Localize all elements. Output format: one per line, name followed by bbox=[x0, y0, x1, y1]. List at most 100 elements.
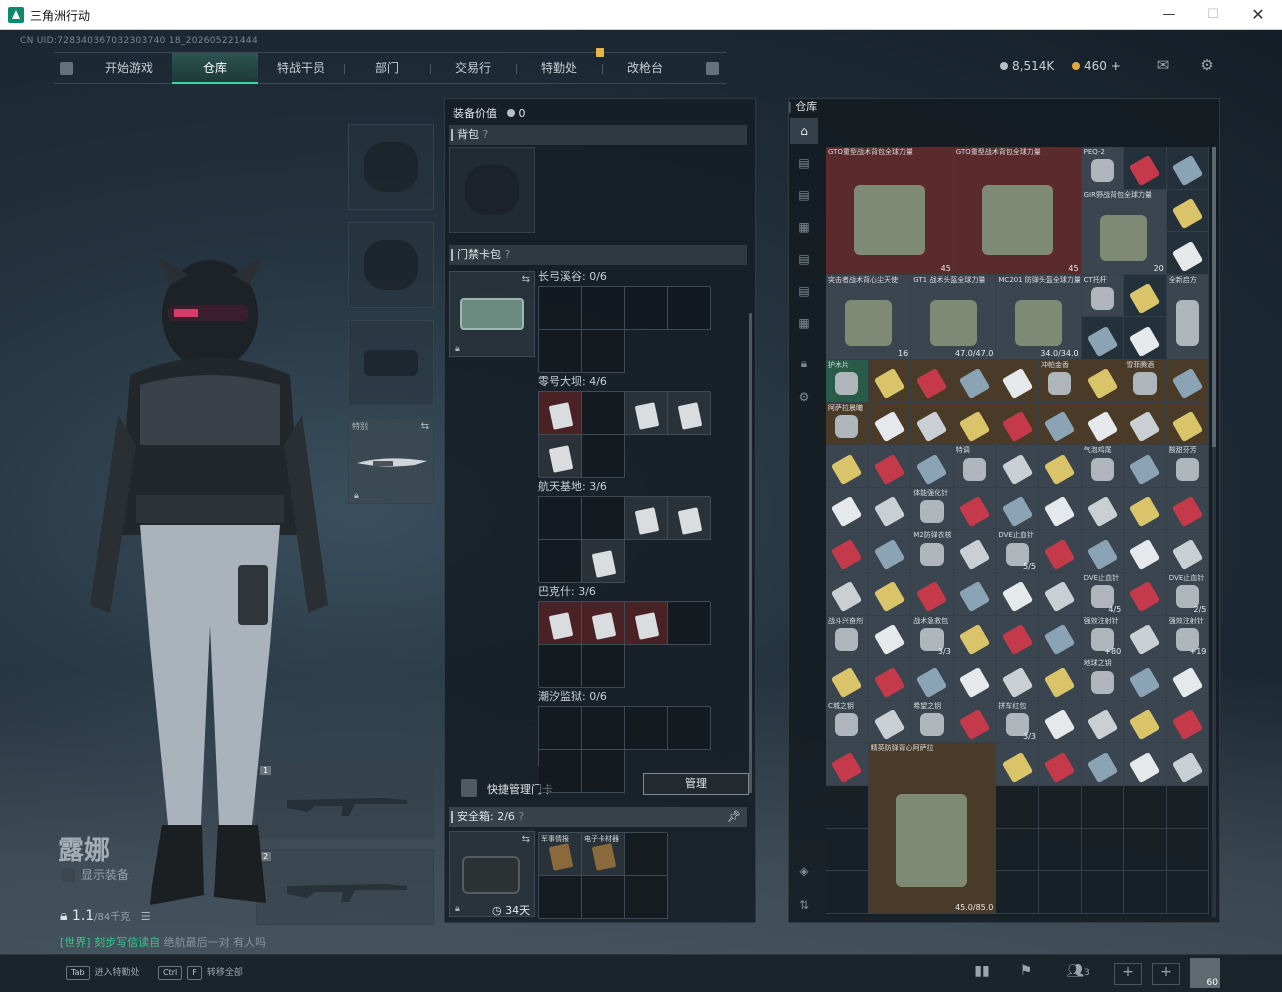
warehouse-item[interactable]: 酸甜芬芳 bbox=[1166, 445, 1210, 488]
warehouse-cell[interactable] bbox=[953, 573, 997, 616]
keycard-item[interactable]: 军事情报 bbox=[539, 833, 581, 875]
grid-cell[interactable] bbox=[582, 645, 625, 688]
warehouse-item[interactable]: 地球之钥 bbox=[1081, 658, 1125, 701]
warehouse-cell[interactable] bbox=[1039, 743, 1082, 786]
grid-cell[interactable] bbox=[539, 287, 582, 330]
warehouse-cell[interactable] bbox=[1081, 317, 1125, 360]
warehouse-cell[interactable] bbox=[911, 402, 954, 446]
warehouse-cell[interactable] bbox=[1039, 658, 1082, 701]
warehouse-cell[interactable] bbox=[868, 615, 912, 659]
warehouse-cell[interactable] bbox=[1039, 828, 1082, 872]
warehouse-item[interactable]: 特调 bbox=[953, 445, 997, 488]
checkbox-icon[interactable] bbox=[62, 869, 75, 882]
grid-cell[interactable] bbox=[539, 750, 582, 793]
armor-slot[interactable] bbox=[348, 222, 434, 308]
warehouse-cell[interactable] bbox=[1039, 445, 1082, 488]
list-icon[interactable]: ☰ bbox=[141, 910, 151, 923]
warehouse-cell[interactable] bbox=[1039, 402, 1082, 446]
warehouse-tab-4-icon[interactable]: ▦ bbox=[790, 214, 818, 240]
coin-display[interactable]: 460 + bbox=[1072, 59, 1121, 73]
warehouse-cell[interactable] bbox=[868, 530, 912, 573]
warehouse-item[interactable]: GIR野战背包全球力量 20 bbox=[1081, 189, 1167, 275]
grid-cell[interactable] bbox=[539, 540, 582, 583]
mail-icon[interactable]: ✉ bbox=[1153, 56, 1173, 74]
warehouse-cell[interactable] bbox=[826, 743, 869, 786]
grid-cell[interactable] bbox=[582, 876, 625, 919]
warehouse-tab-3-icon[interactable]: ▤ bbox=[790, 182, 818, 208]
warehouse-item[interactable]: CT托杆 bbox=[1081, 274, 1125, 318]
pin-icon[interactable]: 📌︎ bbox=[727, 807, 741, 827]
warehouse-cell[interactable] bbox=[953, 615, 997, 659]
add-teammate-2-icon[interactable]: + bbox=[1152, 963, 1180, 985]
tab-trading[interactable]: 交易行 bbox=[430, 53, 516, 84]
warehouse-cell[interactable] bbox=[1166, 530, 1210, 573]
nav-right-key-icon[interactable] bbox=[706, 62, 719, 75]
warehouse-cell[interactable] bbox=[1124, 871, 1167, 914]
grid-cell[interactable] bbox=[582, 435, 625, 478]
keycard-item[interactable] bbox=[539, 435, 581, 477]
warehouse-item[interactable]: 体能强化针 bbox=[911, 487, 954, 531]
warehouse-cell[interactable] bbox=[1081, 743, 1125, 786]
warehouse-cell[interactable] bbox=[1081, 786, 1125, 829]
warehouse-cell[interactable] bbox=[1166, 360, 1210, 403]
warehouse-cell[interactable] bbox=[1124, 700, 1167, 744]
keycard-grid-brakkesh[interactable] bbox=[538, 601, 711, 688]
grid-cell[interactable] bbox=[582, 750, 625, 793]
warehouse-cell[interactable] bbox=[826, 573, 869, 616]
grid-cell[interactable] bbox=[582, 392, 625, 435]
warehouse-lock-icon[interactable]: 🔒︎ bbox=[790, 350, 818, 376]
keycard-item[interactable] bbox=[625, 392, 667, 434]
warehouse-cell[interactable] bbox=[1081, 871, 1125, 914]
warehouse-scrollbar[interactable] bbox=[1212, 147, 1216, 917]
warehouse-cell[interactable] bbox=[826, 530, 869, 573]
minimize-icon[interactable]: — bbox=[1154, 4, 1184, 26]
backpack-slot[interactable] bbox=[449, 147, 535, 233]
warehouse-item[interactable]: 战术急救包 3/3 bbox=[911, 615, 954, 659]
warehouse-tab-5-icon[interactable]: ▤ bbox=[790, 246, 818, 272]
keycard-item[interactable] bbox=[539, 602, 581, 644]
warehouse-cell[interactable] bbox=[1124, 530, 1167, 573]
warehouse-item[interactable]: 全新启方 bbox=[1166, 274, 1210, 360]
warehouse-cell[interactable] bbox=[996, 573, 1039, 616]
warehouse-cell[interactable] bbox=[1124, 274, 1167, 318]
keycard-item[interactable] bbox=[625, 602, 667, 644]
chat-line[interactable]: [世界] 刻步写信读自 绝航最后一对 有人吗 bbox=[60, 934, 266, 950]
warehouse-item[interactable]: GTO重型战术背包全球力量 45 bbox=[953, 147, 1082, 275]
warehouse-cell[interactable] bbox=[1124, 658, 1167, 701]
grid-cell[interactable] bbox=[539, 497, 582, 540]
warehouse-cell[interactable] bbox=[1124, 743, 1167, 786]
warehouse-cell[interactable] bbox=[996, 360, 1039, 403]
warehouse-item[interactable]: 阿萨拉晨曦 bbox=[826, 402, 869, 446]
warehouse-cell[interactable] bbox=[1081, 828, 1125, 872]
grid-cell[interactable] bbox=[582, 497, 625, 540]
warehouse-cell[interactable] bbox=[868, 360, 912, 403]
warehouse-cell[interactable] bbox=[1124, 615, 1167, 659]
add-teammate-1-icon[interactable]: + bbox=[1114, 963, 1142, 985]
show-equipment-toggle[interactable]: 显示装备 bbox=[62, 866, 129, 883]
manage-button[interactable]: 管理 bbox=[643, 773, 749, 795]
warehouse-item[interactable]: 强效注射针 +80 bbox=[1081, 615, 1125, 659]
warehouse-cell[interactable] bbox=[911, 573, 954, 616]
layers-icon[interactable]: ◈ bbox=[790, 858, 818, 884]
warehouse-tab-7-icon[interactable]: ▦ bbox=[790, 310, 818, 336]
warehouse-cell[interactable] bbox=[1124, 786, 1167, 829]
warehouse-cell[interactable] bbox=[1166, 786, 1210, 829]
warehouse-cell[interactable] bbox=[826, 445, 869, 488]
warehouse-cell[interactable] bbox=[1039, 871, 1082, 914]
warehouse-cell[interactable] bbox=[1124, 317, 1167, 360]
warehouse-cell[interactable] bbox=[1166, 743, 1210, 786]
warehouse-cell[interactable] bbox=[826, 658, 869, 701]
warehouse-tab-2-icon[interactable]: ▤ bbox=[790, 150, 818, 176]
grid-cell[interactable] bbox=[625, 833, 668, 876]
warehouse-item[interactable]: 精英防弹背心阿萨拉 45.0/85.0 bbox=[868, 743, 997, 914]
warehouse-cell[interactable] bbox=[911, 360, 954, 403]
maximize-icon[interactable]: ☐ bbox=[1198, 4, 1228, 26]
grid-cell[interactable] bbox=[539, 876, 582, 919]
flag-icon[interactable]: ⚑ bbox=[1012, 963, 1040, 985]
warehouse-cell[interactable] bbox=[1166, 189, 1210, 233]
warehouse-cell[interactable] bbox=[911, 445, 954, 488]
warehouse-cell[interactable] bbox=[1124, 147, 1167, 190]
grid-cell[interactable] bbox=[582, 330, 625, 373]
warehouse-cell[interactable] bbox=[868, 700, 912, 744]
safe-box-slot[interactable]: ⇆ 🔒︎ ◷ 34天 bbox=[449, 831, 535, 917]
